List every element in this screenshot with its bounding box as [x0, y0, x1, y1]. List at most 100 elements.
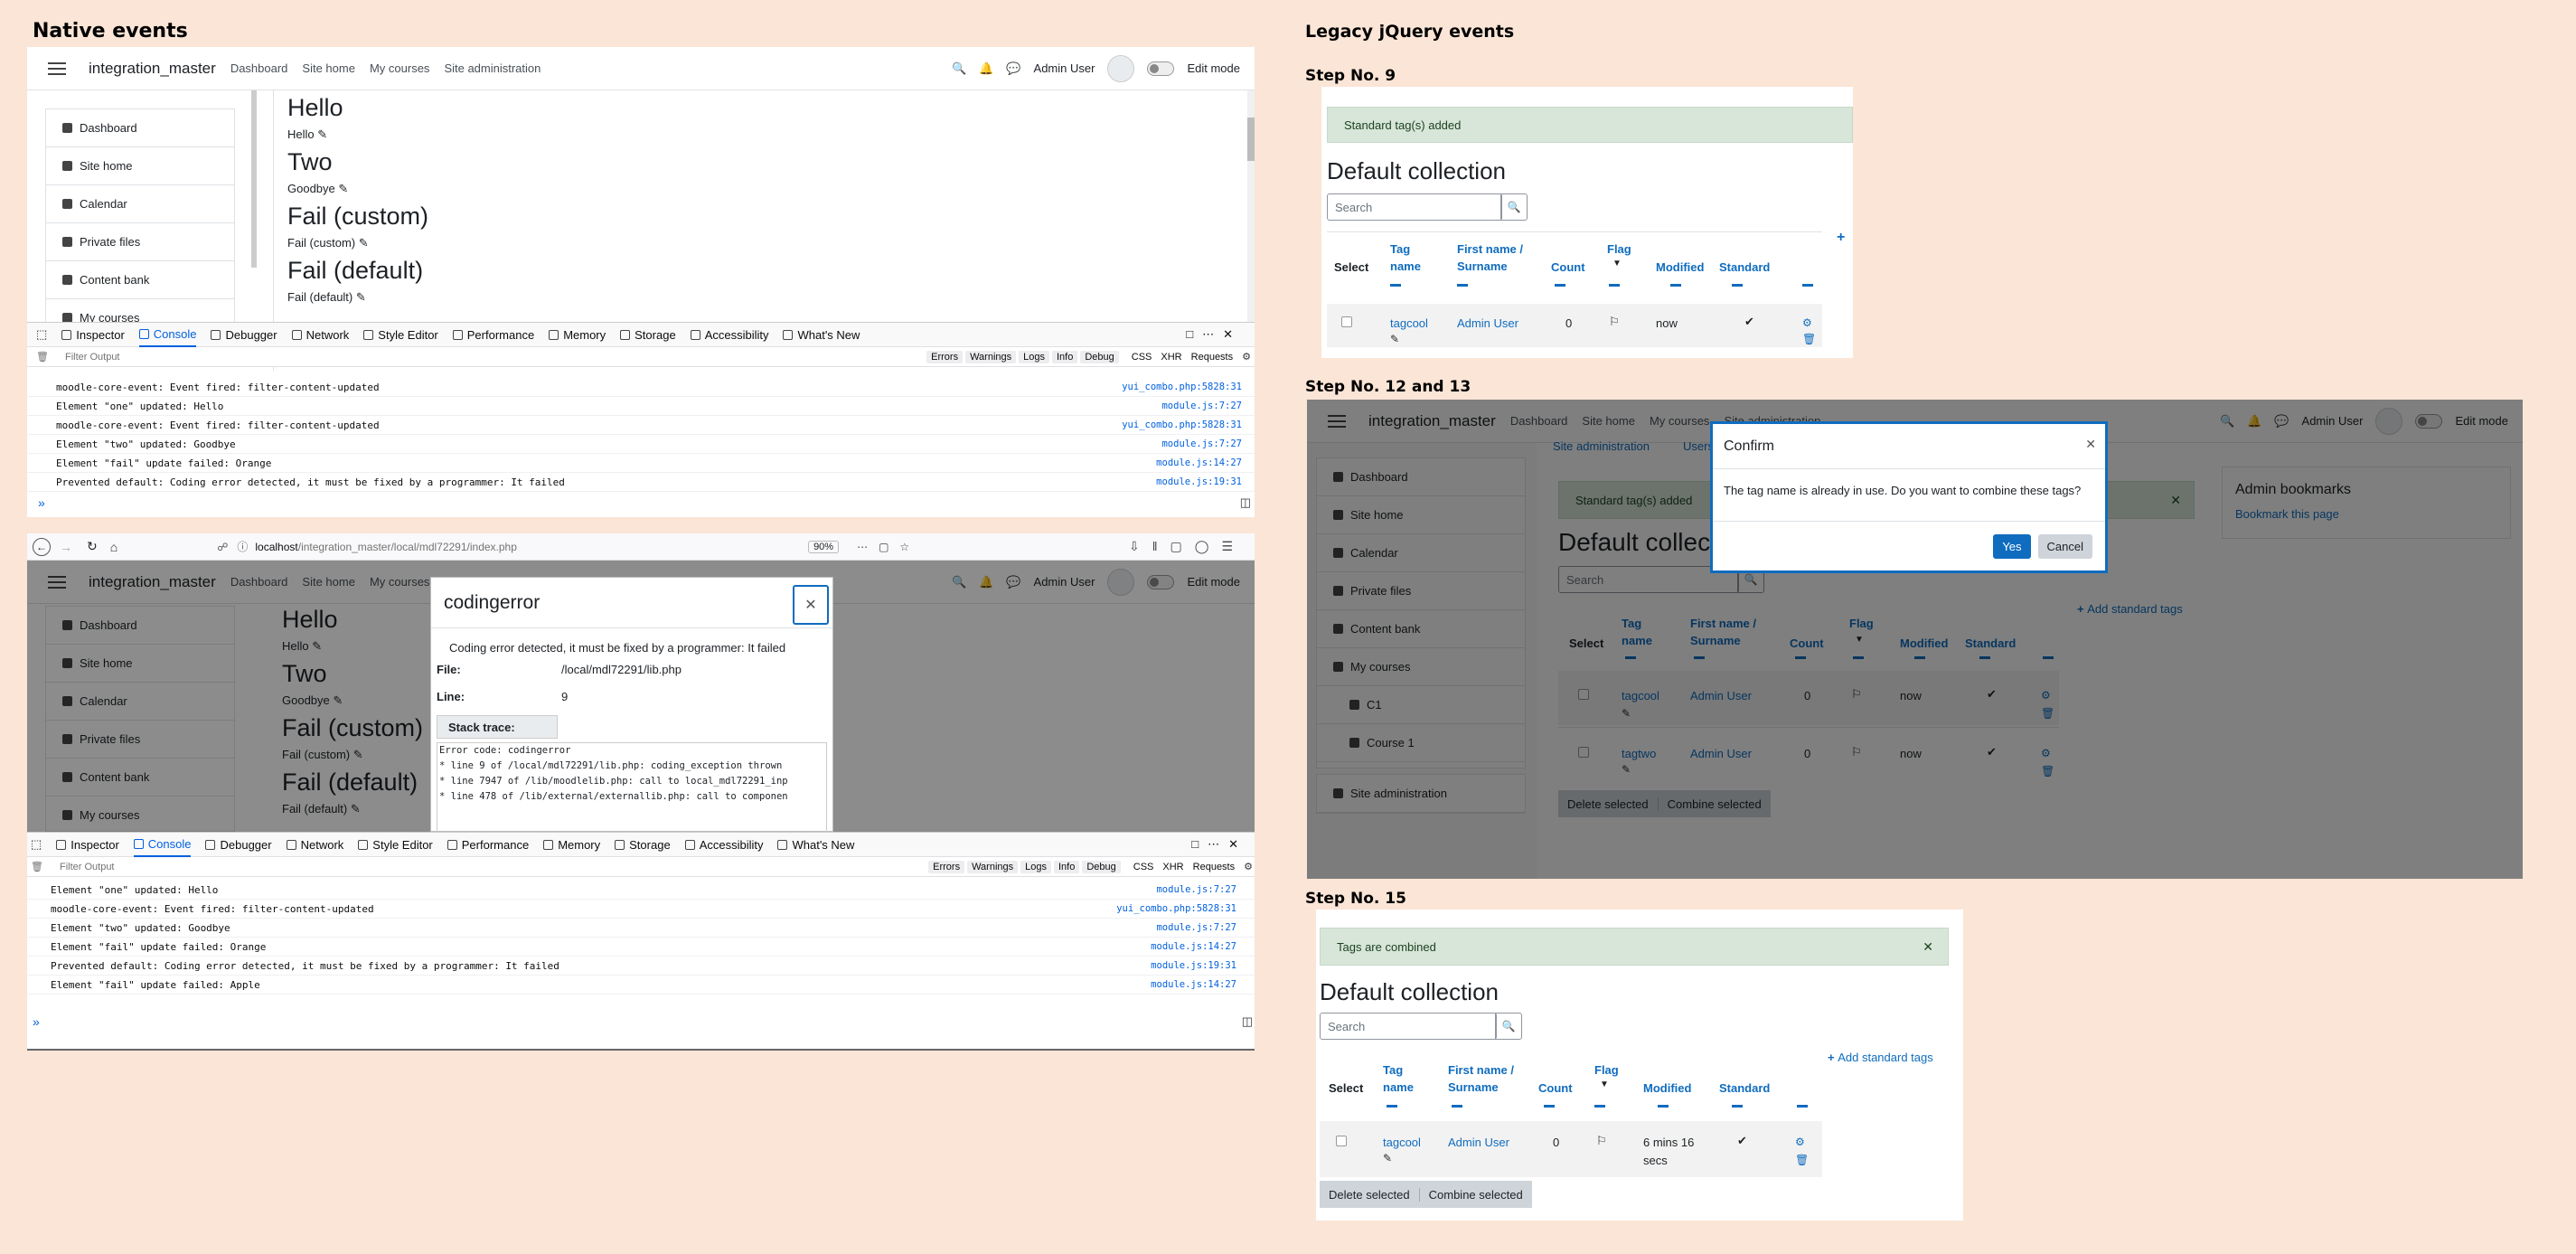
editable-fail-default[interactable]: Fail (default) ✎ — [287, 286, 428, 309]
menu-icon[interactable] — [36, 53, 78, 84]
collapse-icon[interactable] — [1390, 284, 1401, 287]
tab-performance[interactable]: Performance — [447, 838, 529, 852]
col-standard[interactable]: Standard — [1719, 259, 1770, 276]
close-icon[interactable]: ✕ — [2085, 437, 2096, 452]
tag-link[interactable]: tagcool — [1383, 1134, 1421, 1152]
filter-input[interactable]: Filter Output — [60, 862, 115, 872]
collapse-icon[interactable] — [1732, 1105, 1743, 1108]
collapse-icon[interactable] — [1387, 1105, 1397, 1108]
trash-icon[interactable]: 🗑 — [1795, 1154, 1809, 1166]
search-icon[interactable]: 🔍 — [952, 61, 966, 76]
pick-element-icon[interactable]: ⬚ — [31, 837, 42, 852]
chat-icon[interactable]: 💬 — [1006, 61, 1020, 76]
tab-performance[interactable]: Performance — [452, 328, 534, 342]
trash-icon[interactable]: 🗑 — [1802, 333, 1816, 345]
close-icon[interactable]: ✕ — [1923, 939, 1933, 955]
col-count[interactable]: Count — [1551, 259, 1585, 276]
collapse-icon[interactable] — [1732, 284, 1743, 287]
delete-selected-button[interactable]: Delete selected — [1320, 1188, 1419, 1202]
sidebar-item-calendar[interactable]: Calendar — [46, 185, 234, 223]
stack-trace-button[interactable]: Stack trace: — [437, 715, 558, 739]
settings-icon[interactable]: ⚙ — [1244, 861, 1253, 872]
user-name[interactable]: Admin User — [1034, 61, 1095, 75]
col-standard[interactable]: Standard — [1719, 1080, 1770, 1097]
add-icon[interactable]: + — [1837, 230, 1845, 246]
user-link[interactable]: Admin User — [1448, 1134, 1509, 1152]
tab-storage[interactable]: Storage — [620, 328, 676, 342]
collapse-icon[interactable] — [1452, 1105, 1462, 1108]
close-icon[interactable]: ✕ — [793, 585, 829, 625]
collapse-icon[interactable] — [1594, 1105, 1605, 1108]
nav-site-admin[interactable]: Site administration — [444, 61, 541, 75]
gear-icon[interactable]: ⚙ — [1802, 316, 1812, 329]
sidebar-item-dashboard[interactable]: Dashboard — [46, 109, 234, 147]
home-icon[interactable]: ⌂ — [110, 540, 118, 554]
filter-xhr[interactable]: XHR — [1162, 862, 1183, 872]
col-tag-name[interactable]: Tag name — [1390, 240, 1435, 275]
site-brand[interactable]: integration_master — [89, 60, 216, 78]
search-input[interactable]: Search — [1320, 1013, 1497, 1040]
pencil-icon[interactable]: ✎ — [1383, 1152, 1392, 1164]
add-standard-tags-link[interactable]: + Add standard tags — [1828, 1051, 1933, 1064]
trash-icon[interactable]: 🗑 — [36, 351, 49, 363]
edit-mode-toggle[interactable] — [1147, 61, 1175, 76]
tag-link[interactable]: tagcool — [1390, 315, 1428, 333]
check-icon[interactable]: ✔ — [1737, 1134, 1747, 1148]
filter-errors[interactable]: Errors — [928, 860, 965, 873]
col-name[interactable]: First name / Surname — [1448, 1061, 1524, 1096]
tab-inspector[interactable]: Inspector — [56, 838, 119, 852]
user-link[interactable]: Admin User — [1457, 315, 1518, 333]
gear-icon[interactable]: ⚙ — [1795, 1136, 1805, 1148]
collapse-icon[interactable] — [1555, 284, 1565, 287]
search-button[interactable]: 🔍 — [1500, 193, 1528, 221]
tab-whats-new[interactable]: What's New — [783, 328, 860, 342]
reload-icon[interactable]: ↻ — [87, 539, 98, 554]
sidebar-item-private-files[interactable]: Private files — [46, 223, 234, 261]
console-prompt-icon[interactable]: » — [33, 1014, 40, 1029]
flag-icon[interactable]: ⚐ — [1596, 1134, 1607, 1148]
split-console-icon[interactable]: ◫ — [1240, 495, 1251, 510]
filter-css[interactable]: CSS — [1132, 352, 1152, 363]
nav-dashboard[interactable]: Dashboard — [230, 61, 288, 75]
console-prompt-icon[interactable]: » — [38, 495, 45, 510]
filter-debug[interactable]: Debug — [1080, 350, 1119, 363]
filter-info[interactable]: Info — [1052, 350, 1078, 363]
search-button[interactable]: 🔍 — [1495, 1013, 1522, 1040]
flag-icon[interactable]: ⚐ — [1609, 315, 1620, 329]
tab-storage[interactable]: Storage — [615, 838, 671, 852]
toolbar-icons[interactable]: ⇩‖▢◯☰ — [1129, 539, 1246, 554]
editable-goodbye[interactable]: Goodbye ✎ — [287, 177, 428, 201]
sidebar-item-site-home[interactable]: Site home — [46, 147, 234, 185]
back-icon[interactable]: ← — [33, 537, 51, 556]
tab-accessibility[interactable]: Accessibility — [690, 328, 768, 342]
filter-debug[interactable]: Debug — [1082, 860, 1121, 873]
filter-logs[interactable]: Logs — [1020, 860, 1051, 873]
filter-info[interactable]: Info — [1054, 860, 1080, 873]
col-tag-name[interactable]: Tag name — [1383, 1061, 1428, 1096]
collapse-icon[interactable] — [1609, 284, 1620, 287]
nav-site-home[interactable]: Site home — [302, 61, 355, 75]
filter-errors[interactable]: Errors — [926, 350, 964, 363]
editable-fail-custom[interactable]: Fail (custom) ✎ — [287, 231, 428, 255]
filter-requests[interactable]: Requests — [1193, 862, 1235, 872]
collapse-icon[interactable] — [1670, 284, 1681, 287]
filter-requests[interactable]: Requests — [1191, 352, 1233, 363]
combine-selected-button[interactable]: Combine selected — [1418, 1187, 1532, 1202]
tab-whats-new[interactable]: What's New — [777, 838, 854, 852]
row-checkbox[interactable] — [1341, 316, 1352, 327]
tab-style-editor[interactable]: Style Editor — [358, 838, 433, 852]
bell-icon[interactable]: 🔔 — [979, 61, 993, 76]
filter-logs[interactable]: Logs — [1019, 350, 1049, 363]
avatar[interactable] — [1107, 54, 1135, 82]
trash-icon[interactable]: 🗑 — [31, 861, 43, 872]
scrollbar[interactable] — [251, 90, 257, 268]
col-name[interactable]: First name / Surname — [1457, 240, 1533, 275]
zoom-indicator[interactable]: 90% — [808, 540, 840, 553]
yes-button[interactable]: Yes — [1993, 534, 2031, 559]
settings-icon[interactable]: ⚙ — [1242, 351, 1251, 363]
pencil-icon[interactable]: ✎ — [1390, 333, 1399, 345]
tab-inspector[interactable]: Inspector — [61, 328, 125, 342]
filter-css[interactable]: CSS — [1133, 862, 1154, 872]
tab-memory[interactable]: Memory — [543, 838, 600, 852]
split-console-icon[interactable]: ◫ — [1242, 1014, 1253, 1029]
